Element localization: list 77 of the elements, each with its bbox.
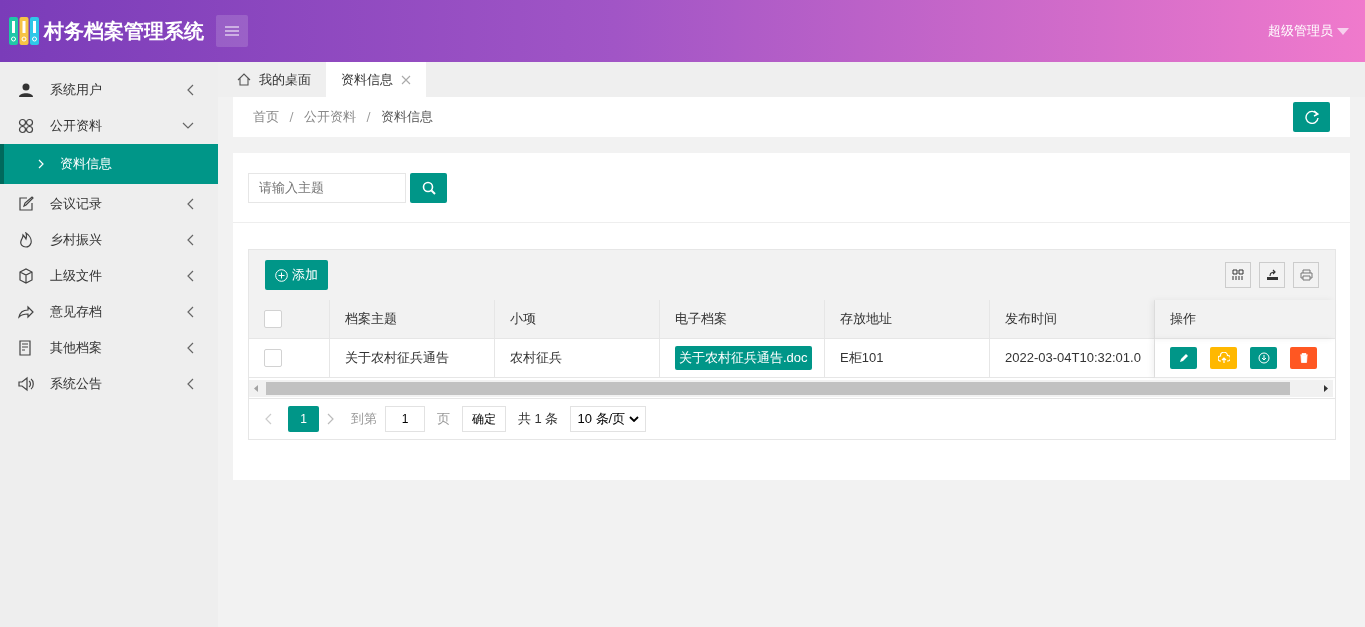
export-button[interactable] bbox=[1259, 262, 1285, 288]
sidebar-item[interactable]: 公开资料 bbox=[0, 108, 218, 144]
sidebar-item[interactable]: 乡村振兴 bbox=[0, 222, 218, 258]
sidebar-item[interactable]: 其他档案 bbox=[0, 330, 218, 366]
column-header: 存放地址 bbox=[840, 310, 892, 329]
add-button[interactable]: 添加 bbox=[265, 260, 328, 290]
sidebar-icon bbox=[18, 304, 34, 320]
breadcrumb-link[interactable]: 首页 bbox=[253, 107, 279, 127]
sidebar-item[interactable]: 意见存档 bbox=[0, 294, 218, 330]
table-cell-text: 关于农村征兵通告 bbox=[345, 349, 449, 368]
breadcrumb-separator-icon bbox=[289, 112, 294, 122]
page-input[interactable]: 1 bbox=[385, 405, 425, 432]
sidebar-icon bbox=[18, 82, 34, 98]
search-field[interactable]: 请输入主题 bbox=[248, 172, 406, 203]
page-button[interactable]: 1 bbox=[288, 405, 319, 432]
sidebar-icon bbox=[18, 232, 34, 248]
print-icon bbox=[1299, 269, 1313, 281]
columns-icon bbox=[1232, 269, 1244, 281]
chevron-right-icon bbox=[38, 159, 44, 169]
sidebar-icon bbox=[18, 340, 34, 356]
upload-button[interactable] bbox=[1210, 347, 1237, 369]
refresh-button[interactable] bbox=[1293, 102, 1330, 132]
pencil-icon bbox=[1177, 352, 1190, 364]
sidebar-item[interactable]: 系统用户 bbox=[0, 72, 218, 108]
breadcrumb-separator-icon bbox=[366, 112, 371, 122]
column-header: 发布时间 bbox=[1005, 310, 1057, 329]
horizontal-scrollbar[interactable] bbox=[249, 380, 1333, 398]
menu-toggle-button[interactable] bbox=[216, 15, 248, 47]
column-header: 电子档案 bbox=[675, 310, 727, 329]
goto-label: 到第 bbox=[351, 409, 377, 428]
home-icon bbox=[237, 73, 251, 86]
breadcrumb-link[interactable]: 公开资料 bbox=[304, 107, 356, 127]
confirm-button[interactable]: 确定 bbox=[462, 405, 506, 432]
sidebar-icon bbox=[18, 118, 34, 134]
select-all-checkbox[interactable] bbox=[264, 310, 282, 328]
logo-icon bbox=[8, 16, 40, 46]
sidebar-item[interactable]: 系统公告 bbox=[0, 366, 218, 402]
app-title: 村务档案管理系统 bbox=[44, 19, 204, 44]
file-link[interactable]: 关于农村征兵通告.doc bbox=[675, 346, 812, 370]
tab[interactable]: 资料信息 bbox=[326, 62, 426, 97]
page-size-select[interactable]: 10 条/页 bbox=[570, 405, 647, 432]
column-header: 小项 bbox=[510, 310, 536, 329]
trash-icon bbox=[1297, 352, 1310, 364]
column-header: 操作 bbox=[1170, 310, 1196, 329]
tab[interactable]: 我的桌面 bbox=[222, 62, 326, 97]
sidebar-subitem[interactable]: 资料信息 bbox=[0, 144, 218, 184]
table-cell-text: E柜101 bbox=[840, 349, 884, 368]
cloud-upload-icon bbox=[1217, 352, 1230, 364]
columns-button[interactable] bbox=[1225, 262, 1251, 288]
total-count: 共 1 条 bbox=[518, 409, 559, 428]
menu-icon bbox=[225, 26, 239, 36]
sidebar-item[interactable]: 会议记录 bbox=[0, 186, 218, 222]
page-label: 页 bbox=[437, 409, 450, 428]
plus-circle-icon bbox=[275, 268, 288, 282]
edit-button[interactable] bbox=[1170, 347, 1197, 369]
caret-icon bbox=[1337, 27, 1349, 35]
breadcrumb-link[interactable]: 资料信息 bbox=[381, 107, 433, 127]
refresh-icon bbox=[1304, 110, 1319, 124]
print-button[interactable] bbox=[1293, 262, 1319, 288]
sidebar-icon bbox=[18, 268, 34, 284]
export-icon bbox=[1265, 269, 1279, 281]
table-cell-text: 农村征兵 bbox=[510, 349, 562, 368]
download-button[interactable] bbox=[1250, 347, 1277, 369]
column-header: 档案主题 bbox=[345, 310, 397, 329]
caret-down-icon bbox=[629, 415, 640, 422]
sidebar-icon bbox=[18, 196, 34, 212]
close-icon[interactable] bbox=[401, 74, 411, 85]
prev-page-icon[interactable] bbox=[264, 412, 272, 425]
search-icon bbox=[421, 180, 436, 195]
sidebar-icon bbox=[18, 376, 34, 392]
sidebar-item[interactable]: 上级文件 bbox=[0, 258, 218, 294]
search-button[interactable] bbox=[410, 172, 447, 203]
row-checkbox[interactable] bbox=[264, 349, 282, 367]
download-icon bbox=[1257, 352, 1270, 364]
next-page-icon[interactable] bbox=[327, 412, 335, 425]
delete-button[interactable] bbox=[1290, 347, 1317, 369]
table-cell-text: 2022-03-04T10:32:01.0 bbox=[1005, 349, 1141, 368]
